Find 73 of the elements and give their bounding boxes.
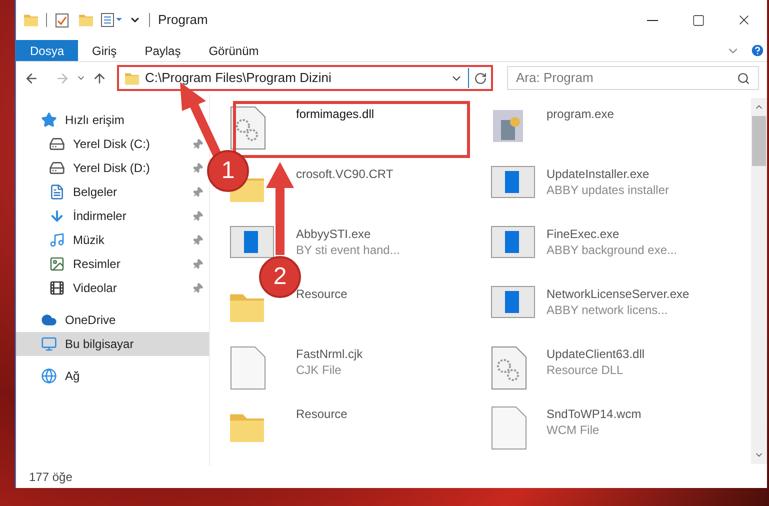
sidebar-item[interactable]: Bu bilgisayar [16,332,209,356]
monitor-icon [41,336,57,352]
window-icon [490,286,534,318]
file-description: WCM File [546,422,600,438]
file-name[interactable]: AbbyySTI.exe [296,226,400,242]
globe-icon [41,368,57,384]
file-name[interactable]: UpdateClient63.dll [546,346,645,362]
file-name[interactable]: SndToWP14.wcm [546,406,642,422]
file-name[interactable]: crosoft.VC90.CRT [296,166,394,182]
help-icon[interactable] [750,43,765,58]
ribbon-tab[interactable]: Giriş [78,40,131,61]
film-icon [49,280,65,296]
file-name[interactable]: FineExec.exe [546,226,678,242]
music-note-icon [49,232,65,248]
star-icon [41,112,57,128]
file-description: ABBY updates installer [546,182,670,198]
scrollbar-thumb[interactable] [752,116,766,166]
download-icon [49,208,65,224]
window-icon [490,166,534,198]
document-icon [49,184,65,200]
file-name[interactable]: formimages.dll [296,106,374,122]
file-name[interactable]: Resource [296,286,348,302]
address-field[interactable]: C:\Program Files\Program Dizini [117,65,493,91]
forward-icon[interactable] [55,70,70,86]
sidebar-item[interactable]: Resimler [16,252,209,276]
picture-icon [49,256,65,272]
file-description: ABBY network licens... [546,302,669,318]
window-icon [230,226,274,258]
search-icon [737,72,750,84]
gear-file-icon [230,106,266,150]
scrollbar[interactable] [751,98,767,464]
file-description: BY sti event hand... [296,242,400,258]
sidebar-item[interactable]: OneDrive [16,308,209,332]
ribbon-tab[interactable]: Paylaş [130,40,195,61]
drive-icon [49,160,65,176]
ribbon-tab[interactable]: Dosya [16,40,78,61]
file-name[interactable]: UpdateInstaller.exe [546,166,670,182]
sidebar-item[interactable]: Videolar [16,276,209,300]
sidebar-item[interactable]: Belgeler [16,180,209,204]
blank-file-icon [490,406,526,450]
address-path: C:\Program Files\Program Dizini [145,69,332,88]
cloud-icon [41,312,57,328]
up-icon[interactable] [92,70,107,86]
blank-file-icon [230,346,266,390]
file-description: CJK File [296,362,342,378]
sidebar-item[interactable]: Müzik [16,228,209,252]
maximize-icon [692,14,704,26]
item-count: 177 öğe [29,469,72,486]
view-options-icon[interactable] [101,13,123,27]
back-icon[interactable] [24,70,39,86]
drive-icon [49,136,65,152]
search-field[interactable]: Ara: Program [507,66,759,90]
file-description: Resource DLL [546,362,624,378]
properties-icon[interactable] [55,12,69,28]
ribbon-tab[interactable]: Görünüm [194,40,273,61]
sidebar-item[interactable]: İndirmeler [16,204,209,228]
file-name[interactable]: NetworkLicenseServer.exe [546,286,690,302]
file-name[interactable]: program.exe [546,106,614,122]
file-name[interactable]: FastNrml.cjk [296,346,363,362]
folder-icon [125,72,139,84]
gear-file-icon [490,346,526,390]
window-title: Program [158,11,208,30]
sidebar-item[interactable]: Ağ [16,364,209,388]
window-icon [490,226,534,258]
file-name[interactable]: Resource [296,406,348,422]
new-folder-icon [79,13,93,27]
sidebar-item[interactable]: Yerel Disk (D:) [16,156,209,180]
sidebar-item[interactable]: Yerel Disk (C:) [16,132,209,156]
file-description: ABBY background exe... [546,242,678,258]
folder-icon [24,13,38,27]
sidebar-item[interactable]: Hızlı erişim [16,108,209,132]
refresh-icon[interactable] [474,72,487,84]
search-input[interactable]: Ara: Program [516,68,737,88]
